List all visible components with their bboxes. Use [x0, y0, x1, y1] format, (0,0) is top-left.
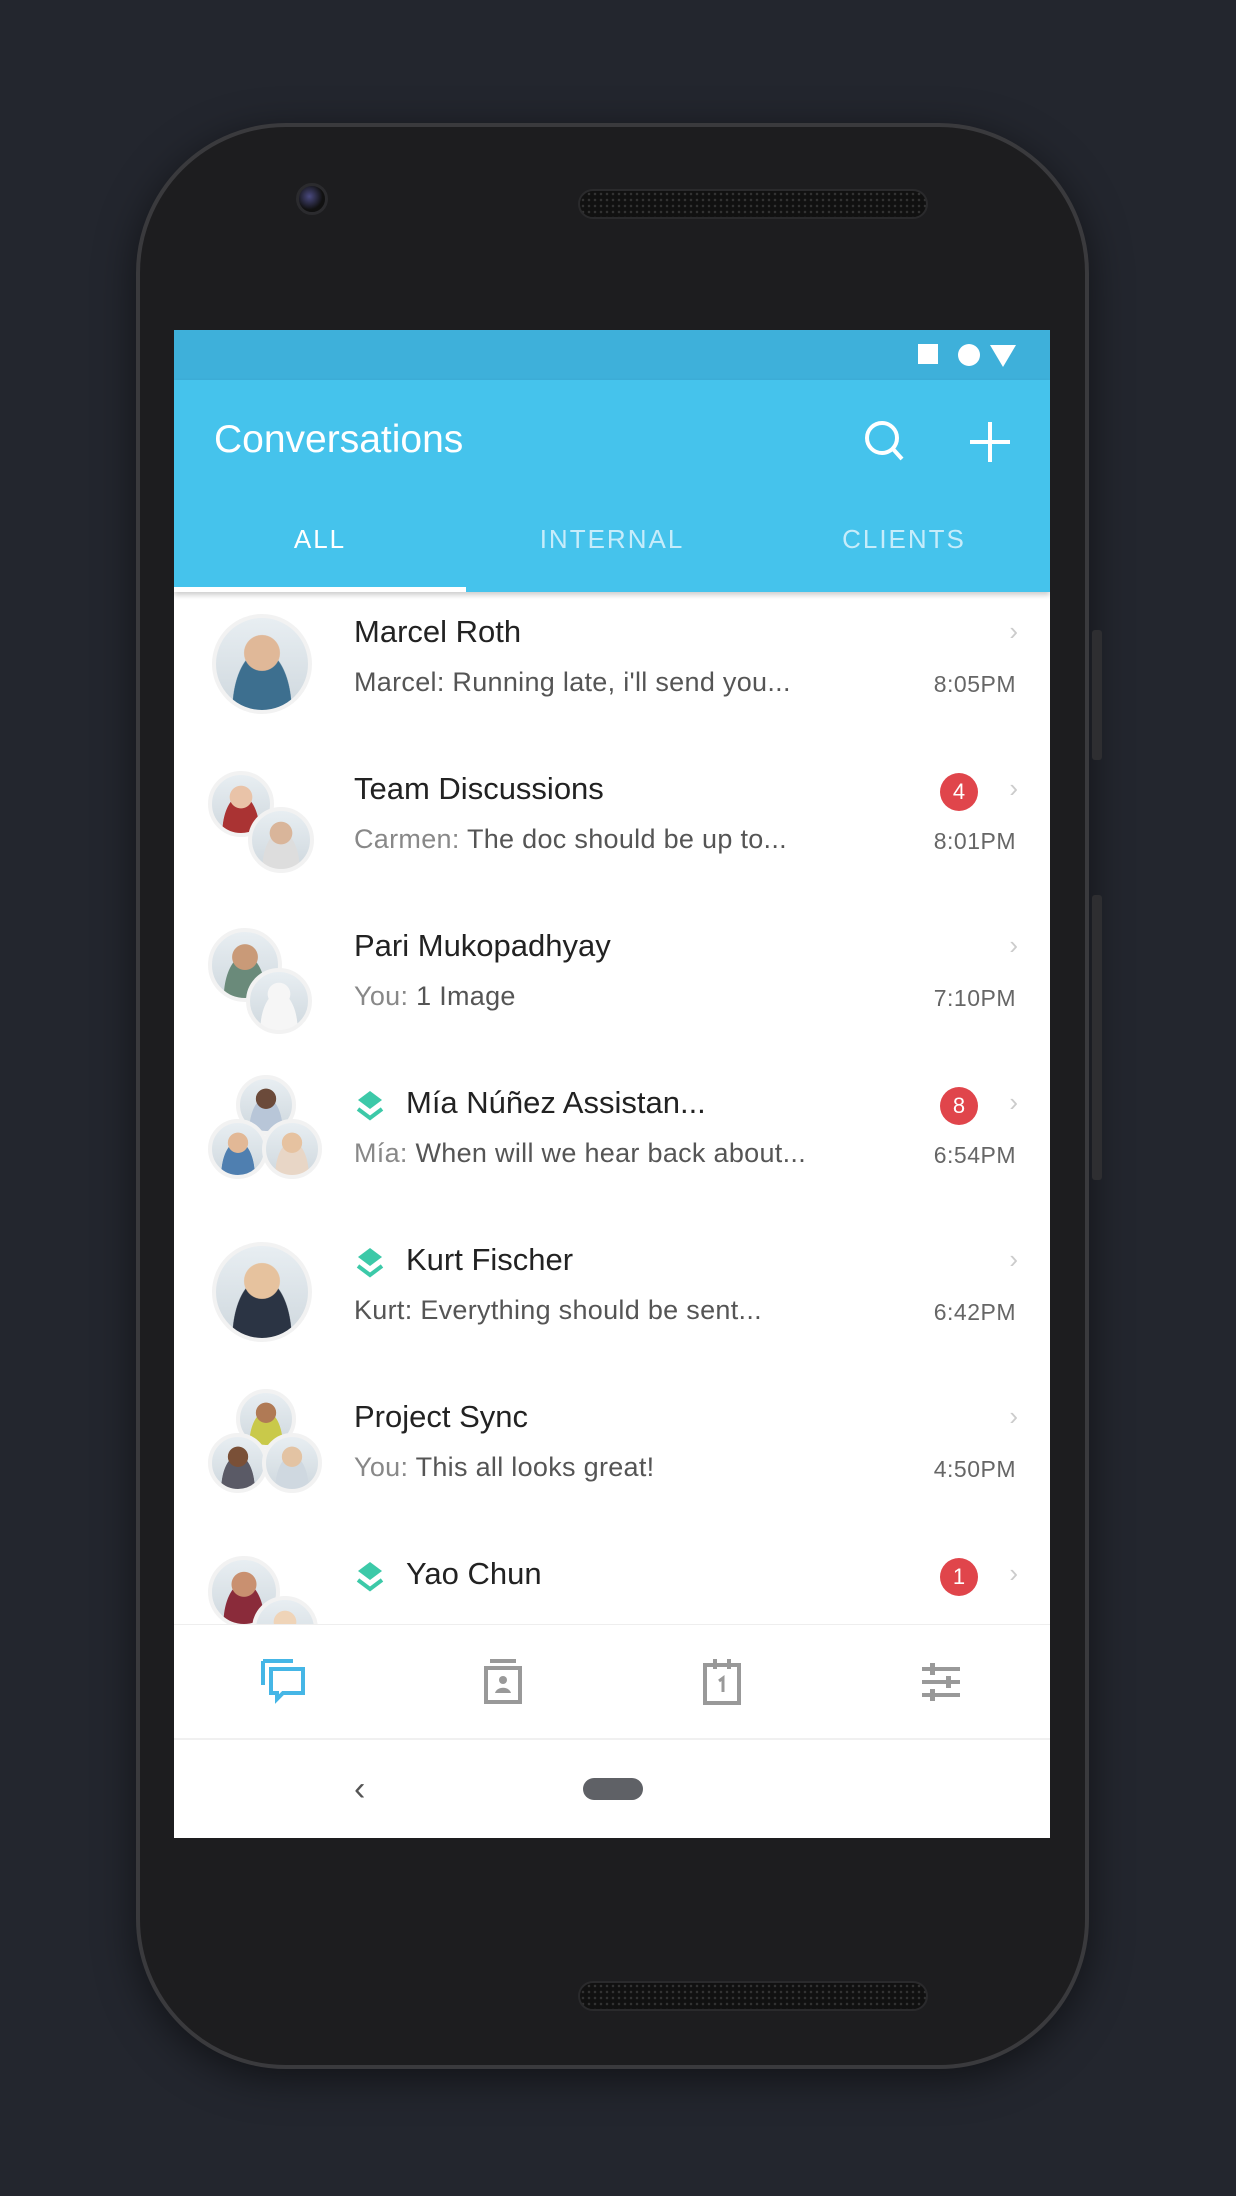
bottom-nav — [174, 1624, 1050, 1740]
chevron-right-icon: › — [1009, 1558, 1018, 1588]
message-preview: Kurt: Everything should be sent... — [354, 1295, 762, 1326]
conversation-name: Marcel Roth — [354, 614, 522, 649]
message-preview: Mía: When will we hear back about... — [354, 1138, 806, 1169]
nav-contacts[interactable] — [393, 1625, 612, 1738]
conversation-name: Team Discussions — [354, 771, 604, 806]
avatar — [208, 1433, 268, 1493]
conversation-name: Mía Núñez Assistan... — [406, 1085, 706, 1120]
nav-calendar[interactable] — [612, 1625, 831, 1738]
conversation-row[interactable]: Project Sync You: This all looks great! 4:… — [174, 1377, 1050, 1534]
conversation-row[interactable]: Team Discussions Carmen: The doc should b… — [174, 749, 1050, 906]
timestamp: 6:54PM — [933, 1142, 1016, 1168]
message-preview: You: 1 Image — [354, 981, 516, 1012]
avatar — [212, 1242, 312, 1342]
sliders-icon — [921, 1662, 960, 1701]
app-bar: Conversations ALL INTERNAL CLIENTS — [174, 380, 1050, 592]
search-icon[interactable] — [856, 412, 916, 472]
unread-badge: 4 — [940, 773, 978, 811]
layers-icon — [356, 1091, 384, 1121]
unread-badge: 1 — [940, 1558, 978, 1596]
chevron-right-icon: › — [1009, 1244, 1018, 1274]
avatar — [262, 1433, 322, 1493]
avatar — [246, 968, 312, 1034]
system-nav-bar: ‹ — [174, 1740, 1050, 1838]
side-button — [1092, 895, 1102, 1180]
avatar — [212, 614, 312, 714]
chat-icon — [260, 1658, 305, 1704]
unread-badge: 8 — [940, 1087, 978, 1125]
preview-text: Marcel: Running late, i'll send you... — [354, 667, 791, 697]
nav-conversations[interactable] — [174, 1625, 393, 1738]
preview-text: 1 Image — [416, 981, 516, 1011]
timestamp: 4:50PM — [933, 1456, 1016, 1482]
conversation-row[interactable]: Marcel Roth Marcel: Running late, i'll se… — [174, 592, 1050, 749]
sender-label: You: — [354, 1452, 416, 1482]
circle-icon — [958, 344, 980, 366]
avatar — [262, 1119, 322, 1179]
conversation-name: Pari Mukopadhyay — [354, 928, 611, 963]
conversation-row[interactable]: Kurt Fischer Kurt: Everything should be s… — [174, 1220, 1050, 1377]
message-preview: Marcel: Running late, i'll send you... — [354, 667, 791, 698]
tab-clients[interactable]: CLIENTS — [758, 510, 1050, 592]
nav-settings[interactable] — [831, 1625, 1050, 1738]
chevron-right-icon: › — [1009, 1087, 1018, 1117]
chevron-right-icon: › — [1009, 1401, 1018, 1431]
speaker-top — [578, 189, 928, 219]
avatar — [248, 807, 314, 873]
camera — [296, 183, 328, 215]
avatar — [208, 1119, 268, 1179]
status-bar — [174, 330, 1050, 380]
conversation-row[interactable]: Mía Núñez Assistan... Mía: When will we h… — [174, 1063, 1050, 1220]
message-preview: You: This all looks great! — [354, 1452, 654, 1483]
timestamp: 6:42PM — [933, 1299, 1016, 1325]
square-icon — [918, 344, 938, 364]
back-button[interactable]: ‹ — [354, 1770, 365, 1809]
timestamp: 8:01PM — [933, 828, 1016, 854]
sender-label: Carmen: — [354, 824, 467, 854]
sender-label: You: — [354, 981, 417, 1011]
calendar-icon — [702, 1658, 741, 1705]
message-preview: Carmen: The doc should be up to... — [354, 824, 787, 855]
plus-icon[interactable] — [960, 412, 1020, 472]
conversation-row[interactable]: Pari Mukopadhyay You: 1 Image 7:10PM › — [174, 906, 1050, 1063]
home-button[interactable] — [583, 1778, 643, 1800]
triangle-icon — [990, 345, 1016, 367]
timestamp: 8:05PM — [933, 671, 1016, 697]
layers-icon — [356, 1562, 384, 1592]
preview-text: The doc should be up to... — [466, 824, 787, 854]
screen: Conversations ALL INTERNAL CLIENTS Marce… — [174, 330, 1050, 1838]
preview-text: Kurt: Everything should be sent... — [354, 1295, 762, 1325]
tab-internal[interactable]: INTERNAL — [466, 510, 758, 592]
contacts-icon — [483, 1658, 522, 1704]
page-title: Conversations — [214, 418, 464, 461]
sender-label: Mía: — [354, 1138, 416, 1168]
tab-bar: ALL INTERNAL CLIENTS — [174, 510, 1050, 592]
preview-text: This all looks great! — [415, 1452, 655, 1482]
conversation-name: Kurt Fischer — [406, 1242, 574, 1277]
chevron-right-icon: › — [1009, 930, 1018, 960]
speaker-bottom — [578, 1981, 928, 2011]
layers-icon — [356, 1248, 384, 1278]
conversation-list: Marcel Roth Marcel: Running late, i'll se… — [174, 592, 1050, 1624]
conversation-row[interactable]: Yao Chun 1 › — [174, 1534, 1050, 1624]
chevron-right-icon: › — [1009, 616, 1018, 646]
tab-all[interactable]: ALL — [174, 510, 466, 592]
side-button — [1092, 630, 1102, 760]
chevron-right-icon: › — [1009, 773, 1018, 803]
conversation-name: Yao Chun — [406, 1556, 542, 1591]
timestamp: 7:10PM — [933, 985, 1016, 1011]
preview-text: When will we hear back about... — [415, 1138, 807, 1168]
conversation-name: Project Sync — [354, 1399, 529, 1434]
